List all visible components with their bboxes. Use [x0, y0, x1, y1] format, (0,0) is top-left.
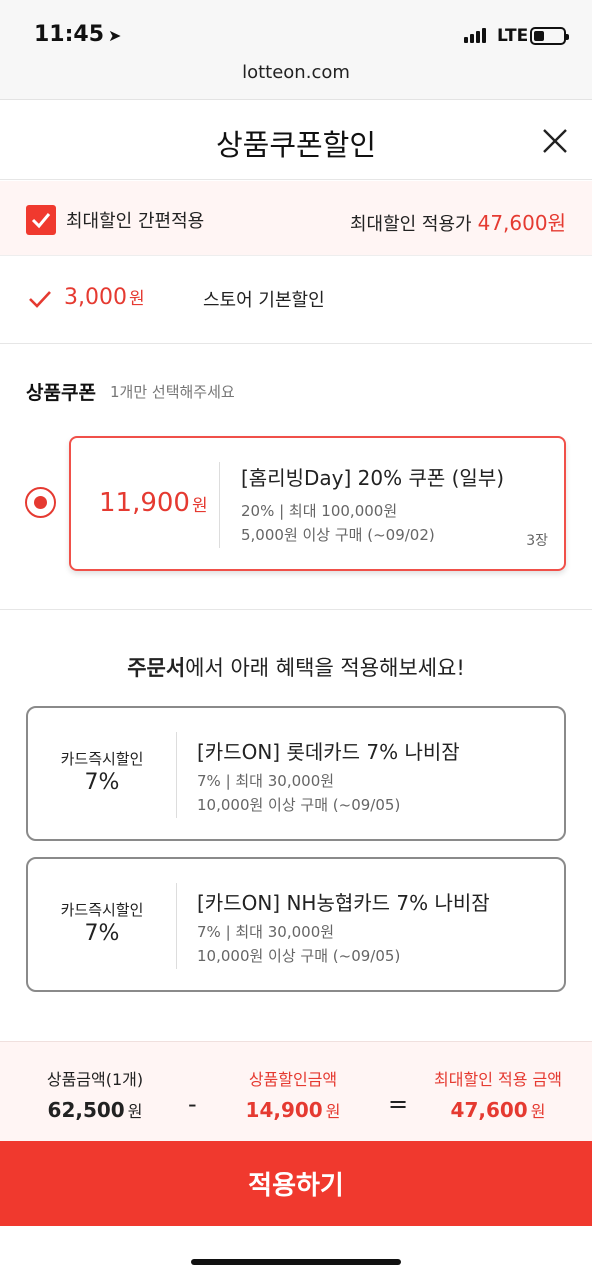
max-discount-checkbox[interactable] — [26, 205, 56, 235]
page-title: 상품쿠폰할인 — [215, 128, 377, 162]
status-time: 11:45 ➤ — [34, 22, 121, 47]
currency: 원 — [530, 1102, 546, 1121]
order-benefits-title: 주문서에서 아래 혜택을 적용해보세요! — [0, 652, 592, 682]
divider — [176, 732, 177, 818]
benefit-kind: 카드즉시할인 — [60, 901, 144, 919]
coupon-card[interactable]: 11,900 원 [홈리빙Day] 20% 쿠폰 (일부) 20% | 최대 10… — [69, 436, 566, 571]
benefit-kind: 카드즉시할인 — [60, 750, 144, 768]
benefit-name: [카드ON] NH농협카드 7% 나비잠 — [197, 891, 490, 915]
network-type: LTE — [497, 26, 529, 46]
discount-amount: 14,900 — [245, 1098, 323, 1122]
summary-discount: 상품할인금액 14,900 원 — [228, 1066, 358, 1122]
benefit-percent: 7% — [84, 921, 120, 946]
card-benefit-item: 카드즉시할인 7% [카드ON] 롯데카드 7% 나비잠 7% | 최대 30,… — [26, 706, 566, 841]
order-title-bold: 주문서 — [127, 656, 186, 680]
benefit-name: [카드ON] 롯데카드 7% 나비잠 — [197, 740, 460, 764]
coupon-section-hint: 1개만 선택해주세요 — [110, 383, 235, 401]
card-benefit-item: 카드즉시할인 7% [카드ON] NH농협카드 7% 나비잠 7% | 최대 3… — [26, 857, 566, 992]
home-indicator[interactable] — [191, 1259, 401, 1265]
status-time-text: 11:45 — [34, 22, 105, 47]
summary-final: 최대할인 적용 금액 47,600 원 — [418, 1066, 578, 1122]
coupon-section-title: 상품쿠폰 — [26, 382, 96, 404]
coupon-amount-currency: 원 — [191, 496, 208, 516]
summary-product-value: 62,500 원 — [30, 1098, 160, 1122]
currency: 원 — [325, 1102, 341, 1121]
battery-icon — [530, 27, 569, 45]
summary-product: 상품금액(1개) 62,500 원 — [30, 1066, 160, 1122]
divider — [219, 462, 220, 548]
summary-product-label: 상품금액(1개) — [46, 1070, 144, 1089]
section-divider — [0, 609, 592, 610]
close-icon[interactable] — [538, 124, 572, 158]
store-amount-value: 3,000 — [64, 285, 127, 310]
checkmark-icon — [29, 291, 51, 308]
benefit-detail: 7% | 최대 30,000원 — [197, 923, 335, 941]
summary-discount-label: 상품할인금액 — [248, 1070, 338, 1089]
benefit-condition: 10,000원 이상 구매 (~09/05) — [197, 947, 401, 965]
coupon-amount: 11,900 원 — [99, 488, 208, 518]
summary-discount-value: 14,900 원 — [228, 1098, 358, 1122]
coupon-count: 3장 — [526, 533, 548, 549]
max-discount-label[interactable]: 최대할인 간편적용 — [66, 207, 204, 233]
url-bar[interactable]: lotteon.com — [0, 62, 592, 83]
coupon-radio[interactable] — [25, 487, 56, 518]
benefit-condition: 10,000원 이상 구매 (~09/05) — [197, 796, 401, 814]
coupon-name: [홈리빙Day] 20% 쿠폰 (일부) — [241, 466, 505, 490]
max-price-value: 47,600원 — [477, 211, 566, 235]
max-discount-bar: 최대할인 간편적용 최대할인 적용가 47,600원 — [0, 181, 592, 256]
store-amount-currency: 원 — [128, 289, 145, 309]
minus-sign: - — [188, 1090, 197, 1118]
summary-final-value: 47,600 원 — [418, 1098, 578, 1122]
equals-sign: = — [388, 1090, 409, 1118]
benefit-percent: 7% — [84, 770, 120, 795]
browser-top-bar: 11:45 ➤ LTE lotteon.com — [0, 0, 592, 100]
modal-header: 상품쿠폰할인 — [0, 100, 592, 180]
location-arrow-icon: ➤ — [108, 26, 122, 45]
apply-button[interactable]: 적용하기 — [0, 1141, 592, 1226]
store-discount-row: 3,000 원 스토어 기본할인 — [0, 256, 592, 344]
coupon-amount-value: 11,900 — [99, 488, 190, 518]
product-amount: 62,500 — [47, 1098, 125, 1122]
divider — [176, 883, 177, 969]
order-title-rest: 에서 아래 혜택을 적용해보세요! — [185, 656, 465, 680]
coupon-detail: 20% | 최대 100,000원 — [241, 502, 398, 520]
price-summary: 상품금액(1개) 62,500 원 - 상품할인금액 14,900 원 = 최대할인… — [0, 1041, 592, 1141]
currency: 원 — [127, 1102, 143, 1121]
cellular-signal-icon — [464, 28, 486, 43]
checkmark-icon — [31, 213, 51, 229]
store-discount-amount: 3,000 원 — [64, 284, 145, 310]
store-discount-label: 스토어 기본할인 — [203, 290, 325, 311]
coupon-condition: 5,000원 이상 구매 (~09/02) — [241, 526, 435, 544]
summary-final-label: 최대할인 적용 금액 — [434, 1070, 562, 1089]
max-price-label-text: 최대할인 적용가 — [349, 214, 472, 235]
max-discount-price: 최대할인 적용가 47,600원 — [350, 207, 566, 236]
benefit-detail: 7% | 최대 30,000원 — [197, 772, 335, 790]
final-amount: 47,600 — [450, 1098, 528, 1122]
